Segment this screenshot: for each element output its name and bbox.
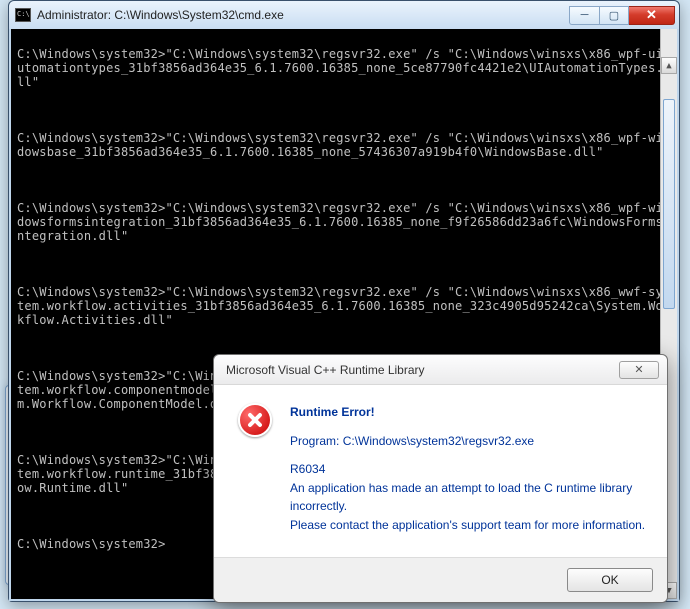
error-icon [238, 403, 272, 437]
console-line: C:\Windows\system32>"C:\Windows\system32… [17, 201, 675, 243]
runtime-error-dialog: Microsoft Visual C++ Runtime Library ✕ R… [213, 354, 668, 603]
dialog-titlebar[interactable]: Microsoft Visual C++ Runtime Library ✕ [214, 355, 667, 385]
dialog-title: Microsoft Visual C++ Runtime Library [226, 363, 619, 377]
program-path: C:\Windows\system32\regsvr32.exe [343, 434, 534, 448]
console-line: C:\Windows\system32>"C:\Windows\system32… [17, 131, 675, 159]
error-message: Please contact the application's support… [290, 518, 645, 532]
dialog-footer: OK [214, 557, 667, 602]
program-label: Program: [290, 434, 343, 448]
cmd-title: Administrator: C:\Windows\System32\cmd.e… [37, 8, 563, 22]
console-line: C:\Windows\system32>"C:\Windows\system32… [17, 47, 675, 89]
scroll-up-button[interactable]: ▲ [661, 57, 677, 74]
minimize-button[interactable]: ─ [569, 6, 599, 25]
error-message: An application has made an attempt to lo… [290, 481, 632, 514]
scroll-thumb[interactable] [663, 99, 675, 309]
console-line: C:\Windows\system32>"C:\Windows\system32… [17, 285, 675, 327]
error-heading: Runtime Error! [290, 405, 375, 419]
error-code: R6034 [290, 462, 325, 476]
ok-button[interactable]: OK [567, 568, 653, 592]
maximize-button[interactable]: ▢ [599, 6, 629, 25]
cmd-titlebar[interactable]: Administrator: C:\Windows\System32\cmd.e… [9, 1, 679, 29]
dialog-close-button[interactable]: ✕ [619, 361, 659, 379]
dialog-text: Runtime Error! Program: C:\Windows\syste… [290, 403, 647, 545]
close-button[interactable]: ✕ [629, 6, 675, 25]
cmd-icon [15, 8, 31, 22]
